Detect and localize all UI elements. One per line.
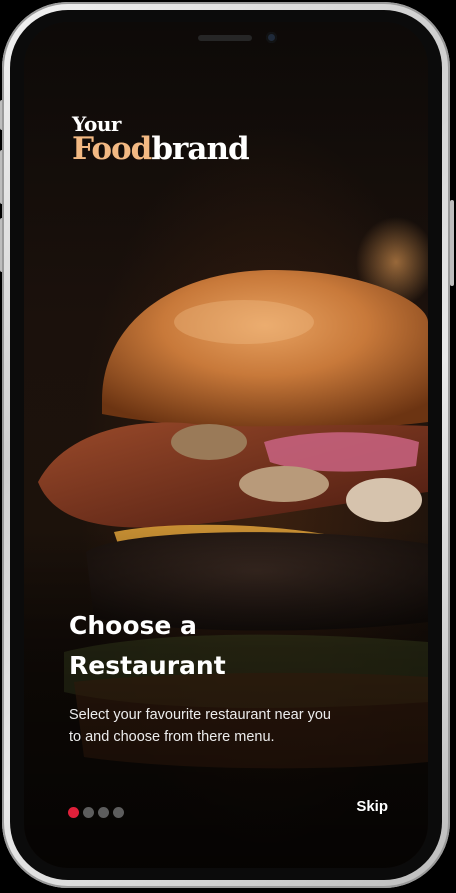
logo-line-foodbrand: Foodbrand: [72, 131, 250, 167]
title-line-2: Restaurant: [69, 651, 226, 680]
mushroom-2: [239, 466, 329, 502]
brand-logo: Your Foodbrand: [72, 114, 250, 167]
app-screen: Your Foodbrand Choose a Restaurant Selec…: [24, 22, 428, 868]
earpiece-speaker: [198, 35, 252, 41]
description-line-2: to and choose from there menu.: [69, 729, 275, 745]
title-line-1: Choose a: [69, 611, 197, 640]
page-dot-1[interactable]: [68, 807, 79, 818]
power-button: [450, 200, 454, 286]
description-line-1: Select your favourite restaurant near yo…: [69, 707, 331, 723]
onboarding-title: Choose a Restaurant: [69, 606, 369, 686]
page-indicator: [68, 807, 124, 818]
front-camera: [266, 32, 277, 43]
page-dot-2[interactable]: [83, 807, 94, 818]
mushroom-3: [346, 478, 422, 522]
onboarding-description: Select your favourite restaurant near yo…: [69, 704, 389, 748]
page-dot-3[interactable]: [98, 807, 109, 818]
logo-food-word: Food: [72, 131, 152, 167]
skip-button[interactable]: Skip: [356, 798, 388, 815]
bun-shine: [174, 300, 314, 344]
red-onion: [264, 432, 419, 472]
logo-brand-word: brand: [151, 131, 249, 167]
page-dot-4[interactable]: [113, 807, 124, 818]
mushroom-1: [171, 424, 247, 460]
bun-top: [102, 270, 428, 429]
phone-mockup: Your Foodbrand Choose a Restaurant Selec…: [0, 0, 456, 893]
